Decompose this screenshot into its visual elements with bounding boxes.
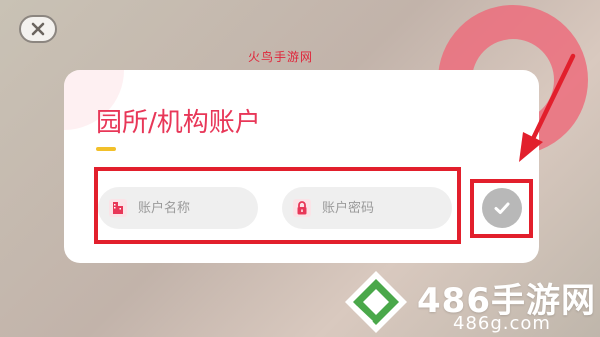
account-password-field[interactable]: [282, 187, 452, 229]
close-icon: [31, 22, 45, 36]
pointer-arrow-icon: [519, 53, 576, 162]
watermark-top: 火鸟手游网: [248, 50, 314, 64]
checkmark-icon: [494, 202, 510, 214]
account-name-input[interactable]: [136, 199, 250, 217]
login-dialog: 园所/机构账户: [64, 70, 539, 263]
confirm-button[interactable]: [482, 188, 522, 228]
brand-logo-icon: [345, 271, 407, 333]
building-icon: [109, 199, 127, 217]
account-password-input[interactable]: [320, 199, 434, 217]
account-name-field[interactable]: [98, 187, 258, 229]
lock-icon: [293, 199, 311, 217]
brand-url: 486g.com: [453, 313, 551, 334]
dialog-title: 园所/机构账户: [96, 108, 261, 138]
title-underline: [96, 147, 116, 151]
close-button[interactable]: [19, 15, 57, 43]
brand-watermark: 486手游网 486g.com: [335, 265, 600, 337]
